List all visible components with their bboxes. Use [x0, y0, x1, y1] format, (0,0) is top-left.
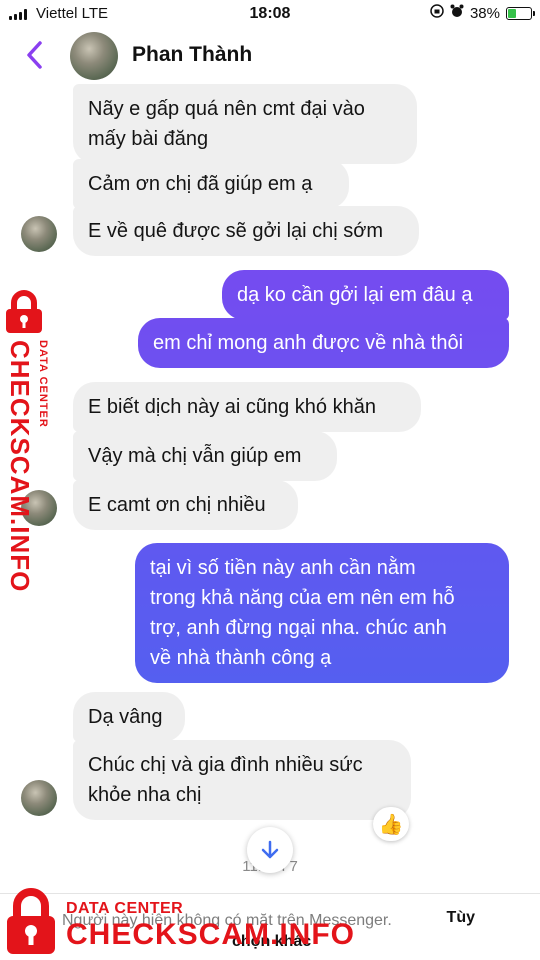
padlock-icon	[2, 290, 58, 339]
contact-name[interactable]: Phan Thành	[132, 43, 252, 67]
watermark-brand: CHECKSCAM.INFO	[66, 918, 355, 951]
message-incoming[interactable]: E biết dịch này ai cũng khó khăn	[73, 382, 421, 432]
watermark-tag: DATA CENTER	[66, 900, 184, 917]
watermark-brand: CHECKSCAM.INFO	[5, 340, 35, 593]
thumbs-up-reaction-icon[interactable]: 👍	[373, 807, 409, 841]
padlock-icon	[3, 886, 59, 960]
message-incoming[interactable]: Nãy e gấp quá nên cmt đại vào mấy bài đă…	[73, 84, 417, 164]
contact-avatar[interactable]	[70, 32, 118, 80]
sender-avatar[interactable]	[21, 216, 57, 252]
back-chevron-icon[interactable]	[22, 40, 50, 70]
orientation-lock-icon	[430, 4, 444, 22]
battery-fill	[508, 8, 517, 18]
arrow-down-icon	[261, 840, 279, 859]
battery-icon	[506, 6, 535, 20]
watermark-tag: DATA CENTER	[37, 340, 49, 428]
alarm-icon	[450, 4, 464, 22]
message-incoming[interactable]: E về quê được sẽ gởi lại chị sớm	[73, 206, 419, 256]
message-incoming[interactable]: Dạ vâng	[73, 692, 185, 742]
message-incoming[interactable]: Cảm ơn chị đã giúp em ạ	[73, 159, 349, 209]
options-link[interactable]: Tùy	[447, 909, 475, 927]
message-incoming[interactable]: Vậy mà chị vẫn giúp em	[73, 431, 337, 481]
status-bar: Viettel LTE 18:08 38%	[0, 0, 540, 28]
status-right: 38%	[430, 4, 535, 22]
message-outgoing[interactable]: dạ ko cần gởi lại em đâu ạ	[222, 270, 509, 320]
message-outgoing[interactable]: tại vì số tiền này anh cần nằm trong khả…	[135, 543, 509, 683]
message-incoming[interactable]: Chúc chị và gia đình nhiều sức khỏe nha …	[73, 740, 411, 820]
watermark-side: CHECKSCAM.INFO DATA CENTER	[0, 290, 62, 592]
message-incoming[interactable]: E camt ơn chị nhiều	[73, 480, 298, 530]
scroll-to-bottom-button[interactable]	[247, 827, 293, 873]
sender-avatar[interactable]	[21, 780, 57, 816]
chat-header: Phan Thành	[0, 28, 540, 84]
watermark-bottom: DATA CENTER CHECKSCAM.INFO	[0, 884, 360, 960]
message-outgoing[interactable]: em chỉ mong anh được về nhà thôi	[138, 318, 509, 368]
battery-percent: 38%	[469, 4, 500, 22]
